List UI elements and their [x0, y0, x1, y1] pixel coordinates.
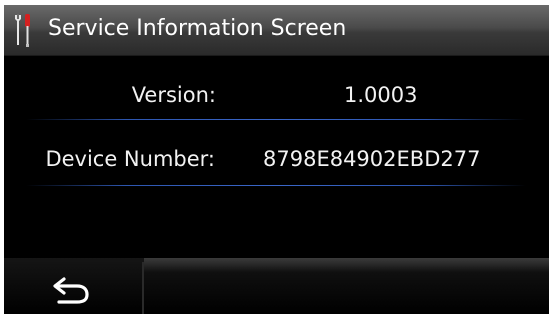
bottom-bar [4, 258, 549, 314]
device-number-label: Device Number: [45, 147, 215, 171]
bottom-bar-highlight [144, 258, 549, 272]
separator [26, 185, 526, 186]
back-icon [51, 275, 91, 307]
device-number-value: 8798E84902EBD277 [263, 147, 481, 171]
version-row: Version: 1.0003 [4, 57, 549, 121]
title-bar: Service Information Screen [4, 5, 549, 56]
tools-icon [10, 11, 40, 49]
service-info-screen: Service Information Screen Version: 1.00… [4, 5, 549, 314]
back-button[interactable] [4, 258, 142, 314]
divider [142, 262, 144, 314]
page-title: Service Information Screen [48, 16, 347, 41]
device-number-row: Device Number: 8798E84902EBD277 [4, 123, 549, 187]
version-value: 1.0003 [344, 83, 418, 107]
version-label: Version: [131, 83, 216, 107]
separator [26, 119, 526, 120]
